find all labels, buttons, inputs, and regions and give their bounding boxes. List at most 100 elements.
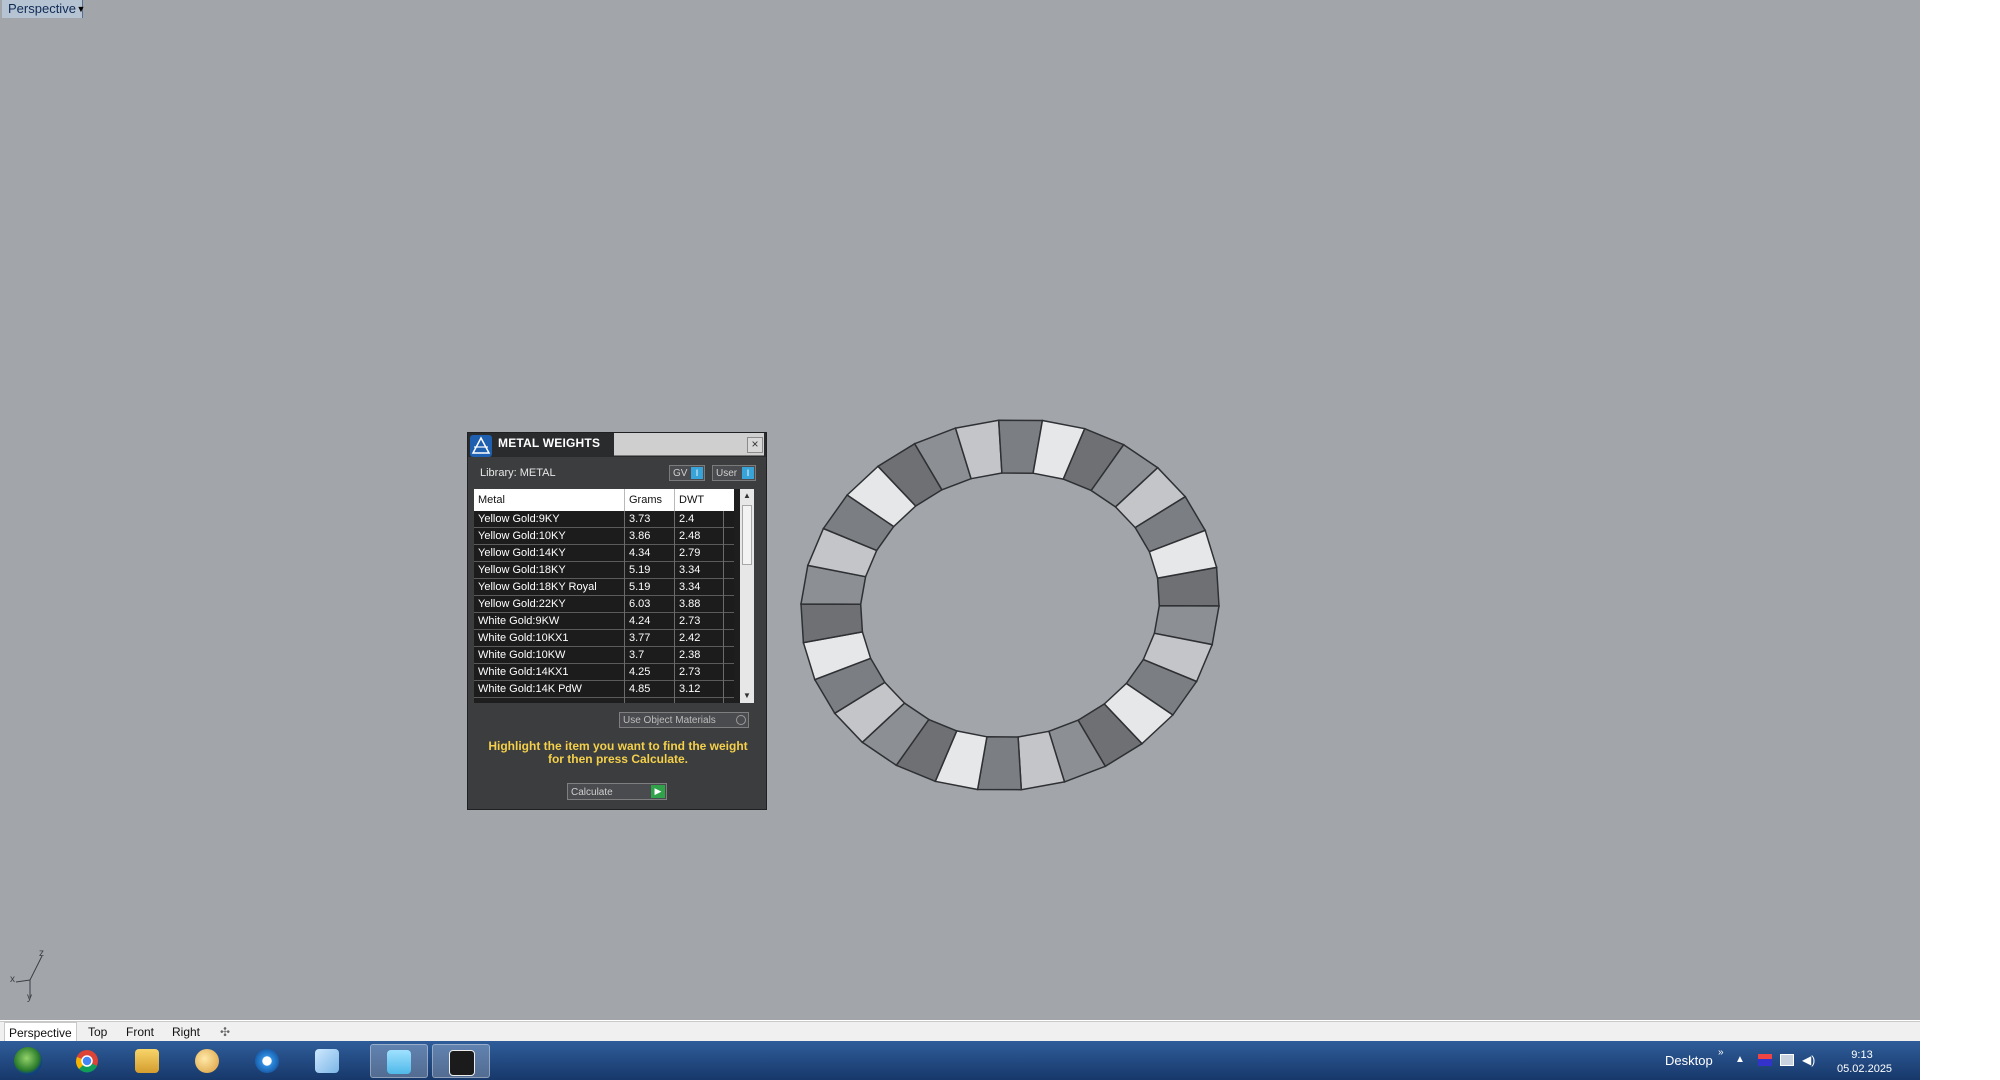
- action-center-flag-icon[interactable]: [1780, 1054, 1794, 1066]
- cell-dwt: 2.79: [679, 547, 701, 559]
- axis-z-label: z: [39, 948, 44, 959]
- blue-app-taskbar-button[interactable]: [244, 1044, 292, 1078]
- gv-toggle-knob-icon: I: [691, 467, 703, 479]
- calculate-button[interactable]: Calculate ▶: [567, 783, 667, 800]
- use-object-materials-toggle[interactable]: Use Object Materials: [619, 712, 749, 728]
- add-viewport-icon[interactable]: ✣: [216, 1022, 234, 1042]
- panel-titlebar[interactable]: METAL WEIGHTS ×: [468, 433, 766, 457]
- instruction-text: Highlight the item you want to find the …: [488, 739, 748, 766]
- metal-weights-logo-icon: [470, 435, 492, 457]
- chrome-taskbar-button[interactable]: [64, 1044, 112, 1078]
- scroll-up-icon[interactable]: ▲: [742, 491, 752, 501]
- table-row[interactable]: White Gold:9KW 4.24 2.73: [474, 613, 734, 630]
- cell-dwt: 3.34: [679, 564, 701, 576]
- cell-grams: 3.86: [629, 530, 651, 542]
- cell-grams: 5.19: [629, 564, 651, 576]
- vray-icon: [387, 1050, 411, 1074]
- cell-grams: 4.25: [629, 666, 651, 678]
- table-row[interactable]: Yellow Gold:18KY 5.19 3.34: [474, 562, 734, 579]
- clock-date: 05.02.2025: [1837, 1063, 1893, 1075]
- table-row[interactable]: White Gold:14K PdW 4.85 3.12: [474, 681, 734, 698]
- axis-gizmo: z x y: [6, 940, 56, 1006]
- cell-metal: Yellow Gold:10KY: [478, 530, 566, 542]
- right-edge-area: [1920, 0, 2000, 1080]
- table-row[interactable]: Yellow Gold:18KY Royal 5.19 3.34: [474, 579, 734, 596]
- table-row[interactable]: Yellow Gold:22KY 6.03 3.88: [474, 596, 734, 613]
- table-row[interactable]: White Gold:10KW 3.7 2.38: [474, 647, 734, 664]
- tab-front[interactable]: Front: [122, 1022, 158, 1042]
- gv-toggle[interactable]: GV I: [669, 465, 705, 481]
- rhino-icon: [449, 1050, 475, 1076]
- ring-model[interactable]: [780, 380, 1240, 830]
- cell-grams: 3.73: [629, 513, 651, 525]
- cell-metal: Yellow Gold:22KY: [478, 598, 566, 610]
- metal-weights-panel: METAL WEIGHTS × Library: METAL GV I User…: [467, 432, 767, 810]
- cell-dwt: 2.73: [679, 615, 701, 627]
- start-button[interactable]: [2, 1044, 52, 1078]
- taskbar: Desktop » ▲ ◀) 9:13 05.02.2025: [0, 1041, 1920, 1080]
- table-row[interactable]: White Gold:14KX1 4.25 2.73: [474, 664, 734, 681]
- calculate-button-label: Calculate: [571, 787, 613, 798]
- cell-metal: White Gold:14K PdW: [478, 683, 582, 695]
- panel-title: METAL WEIGHTS: [498, 436, 601, 450]
- cell-metal: White Gold:10KW: [478, 649, 566, 661]
- tab-right[interactable]: Right: [168, 1022, 204, 1042]
- cell-metal: White Gold:14KX1: [478, 666, 569, 678]
- cell-metal: Yellow Gold:9KY: [478, 513, 560, 525]
- cell-dwt: 2.38: [679, 649, 701, 661]
- show-hidden-icons-icon[interactable]: ▲: [1735, 1054, 1745, 1065]
- cell-metal: White Gold:10KX1: [478, 632, 569, 644]
- 3d-viewport[interactable]: Perspective ▼ z x y METAL WEIGHTS × Libr…: [0, 0, 1920, 1020]
- table-row[interactable]: Yellow Gold:9KY 3.73 2.4: [474, 511, 734, 528]
- tab-top[interactable]: Top: [84, 1022, 111, 1042]
- user-toggle[interactable]: User I: [712, 465, 756, 481]
- axis-y-label: y: [27, 992, 32, 1003]
- cell-metal: Yellow Gold:18KY: [478, 564, 566, 576]
- column-header-metal[interactable]: Metal: [478, 494, 505, 506]
- cell-dwt: 3.34: [679, 581, 701, 593]
- user-toggle-knob-icon: I: [742, 467, 754, 479]
- explorer-taskbar-button[interactable]: [124, 1044, 172, 1078]
- column-header-grams[interactable]: Grams: [629, 494, 662, 506]
- cell-metal: White Gold:9KW: [478, 615, 560, 627]
- paint-taskbar-button[interactable]: [184, 1044, 232, 1078]
- close-icon[interactable]: ×: [747, 437, 763, 453]
- cell-dwt: 2.48: [679, 530, 701, 542]
- rhino-taskbar-button[interactable]: [432, 1044, 490, 1078]
- table-scrollbar[interactable]: ▲ ▼: [740, 489, 754, 703]
- cell-grams: 4.24: [629, 615, 651, 627]
- cell-grams: 3.7: [629, 649, 645, 661]
- chevron-double-right-icon[interactable]: »: [1718, 1047, 1724, 1058]
- cell-dwt: 2.4: [679, 513, 695, 525]
- cell-metal: Yellow Gold:14KY: [478, 547, 566, 559]
- table-header: Metal Grams DWT: [474, 489, 734, 511]
- vray-taskbar-button[interactable]: [370, 1044, 428, 1078]
- gv-toggle-label: GV: [673, 468, 688, 479]
- cell-dwt: 2.42: [679, 632, 701, 644]
- viewport-menu-dropdown-icon[interactable]: ▼: [76, 2, 86, 16]
- use-object-materials-label: Use Object Materials: [623, 715, 716, 726]
- metal-table: Metal Grams DWT Yellow Gold:9KY 3.73 2.4 Ye…: [474, 489, 746, 703]
- cell-grams: 5.19: [629, 581, 651, 593]
- table-row[interactable]: Yellow Gold:14KY 4.34 2.79: [474, 545, 734, 562]
- volume-icon[interactable]: ◀): [1802, 1054, 1816, 1066]
- windows-logo-icon: [14, 1047, 42, 1075]
- document-taskbar-button[interactable]: [304, 1044, 352, 1078]
- cell-grams: 6.03: [629, 598, 651, 610]
- document-icon: [315, 1049, 339, 1073]
- tab-perspective[interactable]: Perspective: [4, 1022, 77, 1042]
- desktop-toolbar-label[interactable]: Desktop: [1665, 1053, 1713, 1068]
- scroll-down-icon[interactable]: ▼: [742, 691, 752, 701]
- titlebar-fill: [614, 433, 764, 456]
- column-header-dwt[interactable]: DWT: [679, 494, 704, 506]
- clock-time: 9:13: [1851, 1049, 1873, 1061]
- cell-metal: Yellow Gold:18KY Royal: [478, 581, 597, 593]
- system-clock[interactable]: 9:13 05.02.2025: [1837, 1048, 1893, 1076]
- table-row[interactable]: Yellow Gold:10KY 3.86 2.48: [474, 528, 734, 545]
- language-flag-icon[interactable]: [1758, 1054, 1772, 1066]
- cell-dwt: 2.73: [679, 666, 701, 678]
- cell-dwt: 3.12: [679, 683, 701, 695]
- scrollbar-thumb[interactable]: [742, 505, 752, 565]
- viewport-title[interactable]: Perspective: [2, 0, 83, 18]
- table-row[interactable]: White Gold:10KX1 3.77 2.42: [474, 630, 734, 647]
